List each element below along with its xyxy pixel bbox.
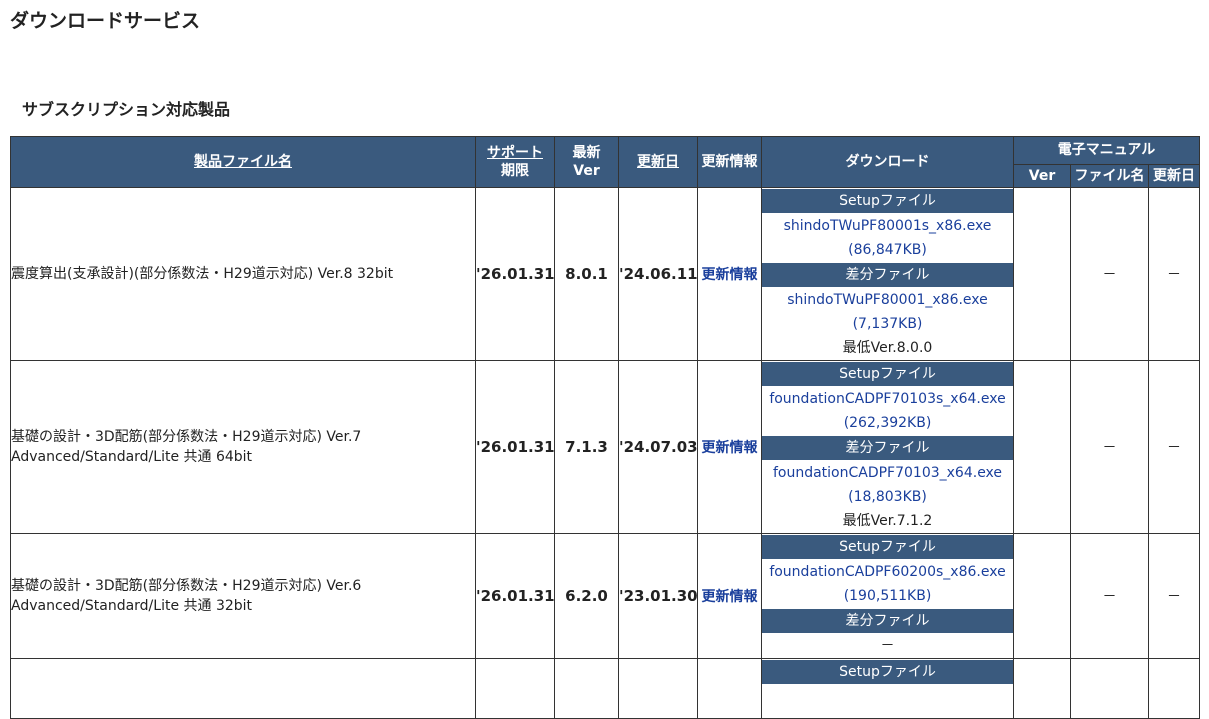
table-row: 基礎の設計・3D配筋(部分係数法・H29道示対応) Ver.7 Advanced/…	[10, 360, 1201, 534]
header-latest-line1: 最新	[572, 145, 601, 161]
product-name-line1: 基礎の設計・3D配筋(部分係数法・H29道示対応) Ver.6	[11, 578, 362, 594]
manual-date	[1147, 658, 1201, 719]
update-info-cell: 更新情報	[697, 360, 762, 534]
header-latest-ver: 最新 Ver	[554, 136, 619, 188]
latest-ver: 7.1.3	[554, 360, 619, 534]
setup-file-label: Setupファイル	[762, 361, 1013, 387]
manual-file: －	[1070, 187, 1149, 361]
support-date: '26.01.31	[475, 187, 555, 361]
setup-file-label: Setupファイル	[762, 659, 1013, 685]
download-cell: Setupファイル shindoTWuPF80001s_x86.exe (86,…	[761, 187, 1014, 361]
product-name	[10, 658, 476, 719]
update-info-cell: 更新情報	[697, 187, 762, 361]
table-row: 震度算出(支承設計)(部分係数法・H29道示対応) Ver.8 32bit '2…	[10, 187, 1201, 361]
manual-ver	[1013, 658, 1071, 719]
header-support[interactable]: サポート 期限	[475, 136, 555, 188]
download-cell: Setupファイル	[761, 658, 1014, 719]
manual-ver	[1013, 360, 1071, 534]
header-download: ダウンロード	[761, 136, 1014, 188]
setup-file-size[interactable]: (86,847KB)	[762, 238, 1013, 262]
header-latest-line2: Ver	[573, 163, 600, 179]
update-info-link[interactable]: 更新情報	[702, 440, 758, 456]
setup-file-size[interactable]: (190,511KB)	[762, 584, 1013, 608]
header-product[interactable]: 製品ファイル名	[10, 136, 476, 188]
product-name: 基礎の設計・3D配筋(部分係数法・H29道示対応) Ver.7 Advanced/…	[10, 360, 476, 534]
sort-product-link[interactable]: 製品ファイル名	[194, 154, 292, 170]
updated-date: '23.01.30	[618, 533, 698, 659]
support-date	[475, 658, 555, 719]
manual-date: －	[1147, 533, 1201, 659]
setup-file-label: Setupファイル	[762, 188, 1013, 214]
diff-file-size[interactable]: (7,137KB)	[762, 312, 1013, 336]
product-name: 震度算出(支承設計)(部分係数法・H29道示対応) Ver.8 32bit	[10, 187, 476, 361]
download-table: 製品ファイル名 サポート期限 最新 Ver 更新日 更新情報 ダウンロード 電子マ…	[10, 136, 1201, 719]
latest-ver	[554, 658, 619, 719]
header-support-line2: 期限	[501, 163, 529, 179]
setup-file-link[interactable]: shindoTWuPF80001s_x86.exe	[762, 214, 1013, 238]
updated-date: '24.07.03	[618, 360, 698, 534]
header-updated[interactable]: 更新日	[618, 136, 698, 188]
update-info-cell	[697, 658, 762, 719]
update-info-cell: 更新情報	[697, 533, 762, 659]
product-name-line2: Advanced/Standard/Lite 共通 64bit	[11, 449, 253, 465]
latest-ver: 8.0.1	[554, 187, 619, 361]
setup-file-link[interactable]: foundationCADPF60200s_x86.exe	[762, 560, 1013, 584]
support-date: '26.01.31	[475, 533, 555, 659]
download-cell: Setupファイル foundationCADPF60200s_x86.exe …	[761, 533, 1014, 659]
diff-file-label: 差分ファイル	[762, 262, 1013, 288]
download-cell: Setupファイル foundationCADPF70103s_x64.exe …	[761, 360, 1014, 534]
update-info-link[interactable]: 更新情報	[702, 267, 758, 283]
header-manual: 電子マニュアル	[1012, 136, 1201, 165]
product-name-line2: Advanced/Standard/Lite 共通 32bit	[11, 598, 253, 614]
page-title: ダウンロードサービス	[10, 10, 201, 32]
table-row: 基礎の設計・3D配筋(部分係数法・H29道示対応) Ver.6 Advanced/…	[10, 533, 1201, 659]
min-version: 最低Ver.8.0.0	[842, 340, 933, 356]
manual-ver	[1013, 533, 1071, 659]
diff-file-label: 差分ファイル	[762, 435, 1013, 461]
support-date: '26.01.31	[475, 360, 555, 534]
manual-file: －	[1070, 533, 1149, 659]
header-manual-file: ファイル名	[1070, 163, 1149, 189]
header-manual-ver: Ver	[1013, 163, 1071, 189]
sort-updated-link[interactable]: 更新日	[637, 154, 679, 170]
header-update-info: 更新情報	[697, 136, 762, 188]
setup-file-size[interactable]: (262,392KB)	[762, 411, 1013, 435]
min-version: 最低Ver.7.1.2	[842, 513, 933, 529]
manual-date: －	[1147, 360, 1201, 534]
manual-date: －	[1147, 187, 1201, 361]
update-info-link[interactable]: 更新情報	[702, 589, 758, 605]
latest-ver: 6.2.0	[554, 533, 619, 659]
diff-file-label: 差分ファイル	[762, 608, 1013, 634]
manual-ver	[1013, 187, 1071, 361]
sort-support-link[interactable]: サポート	[487, 145, 543, 161]
diff-file-none: －	[880, 638, 895, 654]
diff-file-size[interactable]: (18,803KB)	[762, 485, 1013, 509]
updated-date	[618, 658, 698, 719]
header-manual-date: 更新日	[1147, 163, 1201, 189]
diff-file-link[interactable]: foundationCADPF70103_x64.exe	[762, 461, 1013, 485]
product-name-line1: 基礎の設計・3D配筋(部分係数法・H29道示対応) Ver.7	[11, 429, 362, 445]
manual-file: －	[1070, 360, 1149, 534]
product-name-line1: 震度算出(支承設計)(部分係数法・H29道示対応) Ver.8 32bit	[11, 266, 394, 282]
setup-file-label: Setupファイル	[762, 534, 1013, 560]
updated-date: '24.06.11	[618, 187, 698, 361]
section-title: サブスクリプション対応製品	[22, 100, 231, 119]
product-name: 基礎の設計・3D配筋(部分係数法・H29道示対応) Ver.6 Advanced/…	[10, 533, 476, 659]
setup-file-link[interactable]: foundationCADPF70103s_x64.exe	[762, 387, 1013, 411]
diff-file-link[interactable]: shindoTWuPF80001_x86.exe	[762, 288, 1013, 312]
table-row: Setupファイル	[10, 658, 1201, 719]
manual-file	[1070, 658, 1149, 719]
